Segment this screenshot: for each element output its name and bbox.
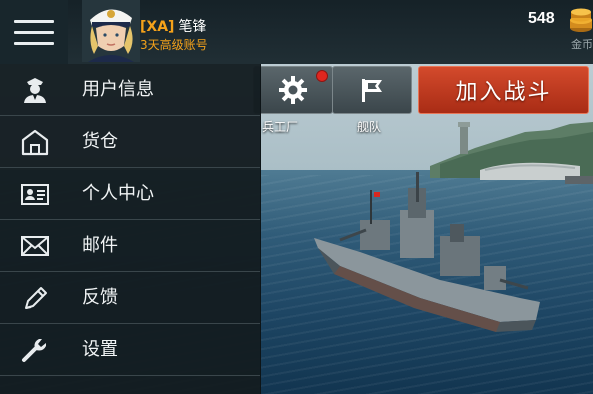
top-bar: [XA] 笔锋 3天高级账号 548 金币 [0,0,593,64]
workshop-caption: 兵工厂 [262,120,299,134]
flag-icon [362,79,382,102]
menu-item-mail[interactable]: 邮件 [0,220,260,272]
menu-item-label: 个人中心 [82,183,154,204]
workshop-button[interactable] [253,66,333,114]
fleet-button[interactable] [332,66,412,114]
avatar[interactable] [82,0,140,62]
clan-tag: [XA] [140,19,175,35]
player-nickname: 笔锋 [178,19,207,35]
join-battle-label: 加入战斗 [455,80,552,105]
id-card-icon [21,184,49,205]
menu-item-label: 货仓 [82,131,118,152]
player-info[interactable]: [XA] 笔锋 3天高级账号 [140,18,208,53]
notification-dot [316,70,328,82]
fleet-caption: 舰队 [357,120,382,134]
side-menu: 用户信息 货仓 个人中心 邮件 反馈 设置 [0,64,261,394]
menu-item-label: 邮件 [82,235,118,256]
mail-icon [21,236,49,256]
menu-item-label: 设置 [82,339,118,360]
menu-item-feedback[interactable]: 反馈 [0,272,260,324]
gold-amount: 548 [528,10,555,27]
hamburger-icon [14,19,54,45]
menu-item-warehouse[interactable]: 货仓 [0,116,260,168]
account-status: 3天高级账号 [140,38,208,52]
warehouse-icon [21,129,49,156]
gold-label: 金币 [571,38,593,51]
user-icon [24,78,46,103]
wrench-icon [22,339,46,362]
menu-item-profile[interactable]: 个人中心 [0,168,260,220]
pencil-icon [25,287,47,309]
player-name: [XA] 笔锋 [140,18,208,36]
menu-divider [0,375,260,376]
warship [314,172,540,332]
menu-item-settings[interactable]: 设置 [0,324,260,376]
gear-icon [279,76,307,104]
menu-button[interactable] [0,0,68,64]
menu-item-label: 反馈 [82,287,118,308]
menu-item-label: 用户信息 [82,79,154,100]
gold-coins-icon[interactable] [568,6,593,34]
join-battle-button[interactable]: 加入战斗 [418,66,589,114]
menu-item-user-info[interactable]: 用户信息 [0,64,260,116]
